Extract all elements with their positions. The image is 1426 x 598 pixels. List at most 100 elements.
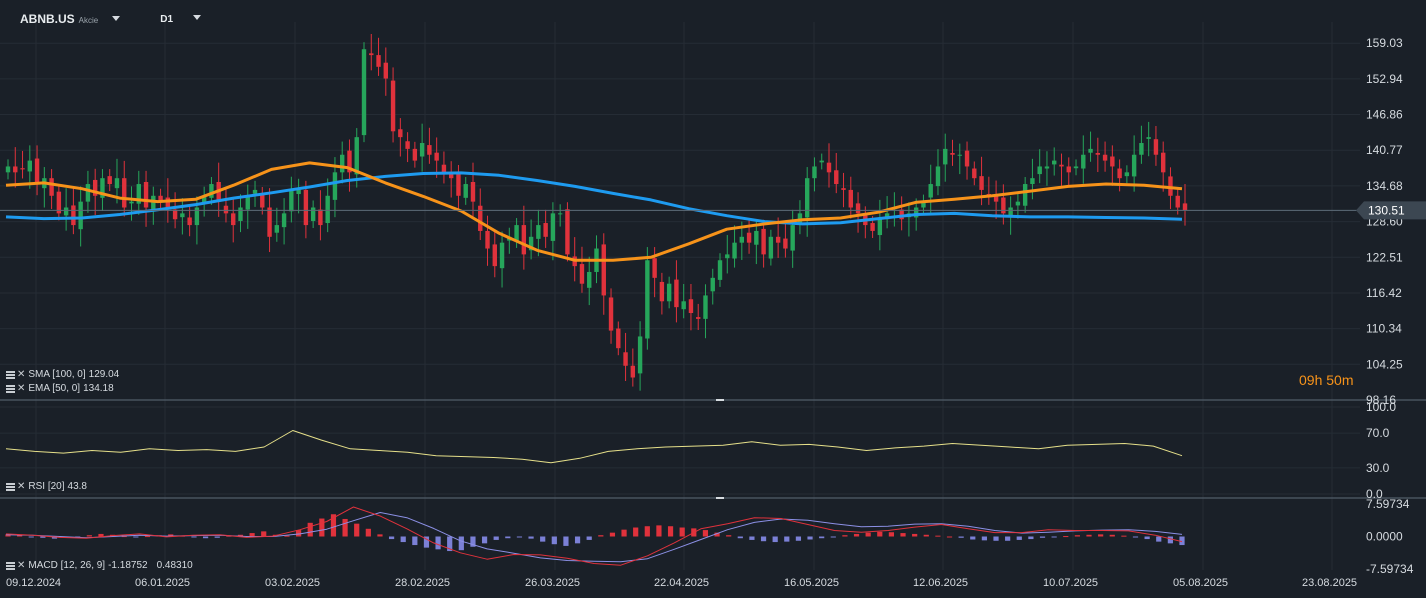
candle-body — [187, 217, 192, 226]
candle-body — [819, 160, 824, 163]
candle-body — [746, 232, 752, 243]
candle-body — [616, 328, 621, 349]
x-tick-label: 10.07.2025 — [1043, 577, 1098, 589]
price-tick-label: 122.51 — [1366, 250, 1403, 264]
candle-body — [34, 158, 40, 185]
macd-histogram-bar — [609, 532, 616, 537]
macd-histogram-bar — [749, 536, 755, 540]
candle-body — [725, 254, 730, 259]
candle-body — [950, 152, 955, 155]
candle-body — [1059, 164, 1064, 167]
candle-body — [1146, 137, 1151, 139]
macd-histogram-bar — [354, 523, 360, 537]
x-tick-label: 05.08.2025 — [1173, 577, 1228, 589]
macd-histogram-bar — [1167, 536, 1173, 544]
macd-histogram-bar — [191, 536, 197, 538]
candle-body — [601, 244, 606, 296]
price-tick-label: 116.42 — [1366, 286, 1402, 300]
macd-histogram-bar — [970, 536, 976, 540]
candle-body — [768, 236, 774, 259]
candle-body — [485, 230, 490, 249]
macd-histogram-bar — [412, 536, 418, 546]
macd-histogram-bar — [319, 518, 325, 537]
rsi-line — [5, 430, 1183, 464]
x-tick-label: 22.04.2025 — [654, 577, 709, 589]
menu-icon[interactable] — [6, 384, 15, 393]
macd-tick-label: -7.59734 — [1366, 562, 1414, 576]
candle-body — [427, 145, 432, 155]
macd-histogram-bar — [481, 536, 488, 544]
macd-histogram-bar — [1098, 534, 1104, 537]
x-tick-label: 09.12.2024 — [6, 577, 61, 589]
candle-body — [376, 55, 381, 67]
candle-body — [114, 178, 120, 189]
macd-histogram-bar — [493, 536, 499, 540]
timeframe-selector[interactable]: D1 — [160, 14, 202, 25]
candle-body — [1015, 201, 1021, 206]
macd-histogram-bar — [853, 533, 860, 537]
candle-body — [543, 223, 548, 237]
candle-body — [717, 260, 723, 280]
candle-body — [231, 213, 236, 226]
candle-body — [521, 225, 527, 255]
macd-histogram-bar — [1039, 536, 1046, 538]
resize-handle — [716, 399, 724, 401]
candle-body — [964, 150, 970, 167]
macd-histogram-bar — [819, 536, 825, 539]
macd-line — [5, 506, 1183, 566]
close-icon[interactable]: ✕ — [17, 560, 25, 571]
candle-body — [972, 168, 977, 179]
rsi-tick-label: 30.0 — [1366, 461, 1390, 475]
macd-histogram-bar — [540, 536, 546, 542]
candle-body — [761, 228, 766, 255]
candle-body — [78, 201, 83, 230]
close-icon[interactable]: ✕ — [17, 481, 25, 492]
price-tick-label: 104.25 — [1366, 357, 1403, 371]
candle-body — [1030, 178, 1035, 185]
candle-body — [870, 223, 875, 231]
macd-histogram-bar — [1005, 536, 1011, 541]
candle-body — [412, 148, 418, 161]
macd-histogram-bar — [144, 536, 151, 538]
macd-histogram-bar — [28, 536, 34, 538]
symbol-name: ABNB.US — [20, 12, 75, 26]
menu-icon[interactable] — [6, 482, 15, 491]
macd-histogram-bar — [307, 522, 313, 537]
candle-body — [398, 129, 403, 138]
chevron-down-icon — [193, 14, 202, 20]
candle-body — [260, 194, 265, 208]
close-icon[interactable]: ✕ — [17, 369, 25, 380]
macd-histogram-bar — [946, 536, 953, 538]
menu-icon[interactable] — [6, 561, 15, 570]
symbol-selector[interactable]: ABNB.US Akcie — [20, 12, 121, 26]
countdown-hours-unit: h — [1314, 372, 1323, 388]
candle-body — [5, 166, 11, 173]
countdown-minutes: 50 — [1326, 372, 1342, 388]
candle-body — [1022, 184, 1028, 206]
rsi-legend: ✕ RSI [20] 43.8 — [6, 481, 87, 492]
macd-histogram-bar — [1144, 536, 1150, 540]
candle-body — [1095, 152, 1101, 155]
close-icon[interactable]: ✕ — [17, 383, 25, 394]
macd-histogram-bar — [505, 536, 511, 539]
candle-body — [826, 162, 832, 173]
candle-body — [834, 170, 839, 185]
last-price-label: 130.51 — [1368, 203, 1405, 217]
candle-body — [122, 178, 127, 208]
candle-body — [303, 189, 309, 226]
candle-body — [361, 49, 367, 136]
macd-histogram-bar — [1109, 534, 1115, 537]
macd-histogram-bar — [679, 527, 685, 537]
x-tick-label: 06.01.2025 — [135, 577, 190, 589]
candle-body — [877, 219, 883, 236]
ema-legend: ✕ EMA [50, 0] 134.18 — [6, 383, 114, 394]
candle-body — [20, 168, 25, 170]
menu-icon[interactable] — [6, 370, 15, 379]
macd-histogram-bar — [621, 529, 627, 537]
macd-histogram-bar — [214, 536, 220, 538]
candle-body — [390, 80, 396, 132]
candle-body — [652, 258, 657, 278]
candle-body — [812, 166, 817, 179]
countdown-hours: 09 — [1299, 372, 1315, 388]
trading-chart[interactable]: 09.12.2024 06.01.2025 03.02.2025 28.02.2025… — [0, 0, 1426, 598]
